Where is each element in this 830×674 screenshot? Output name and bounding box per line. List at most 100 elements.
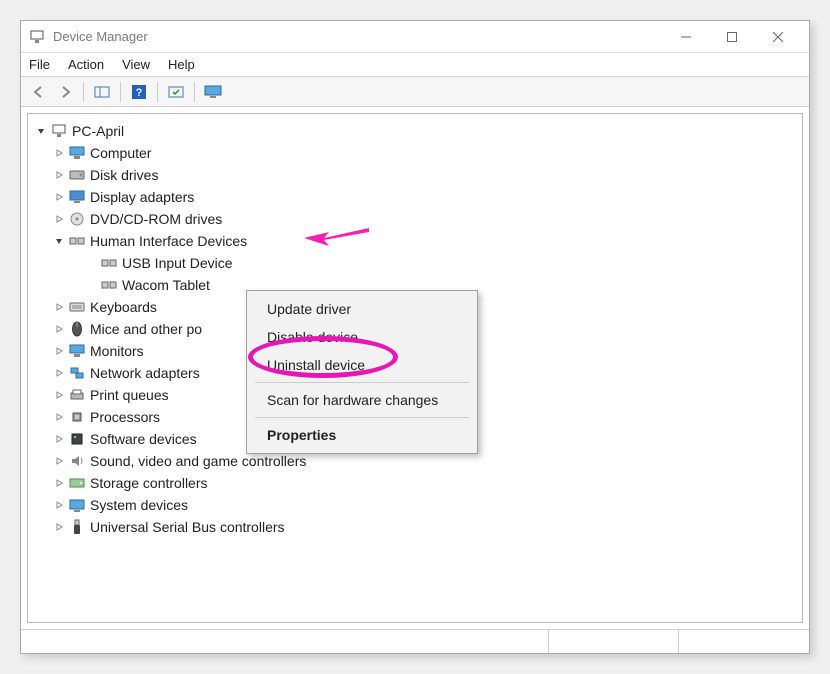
tree-category[interactable]: Computer xyxy=(28,142,802,164)
context-separator xyxy=(255,417,469,418)
tree-device[interactable]: USB Input Device xyxy=(28,252,802,274)
close-button[interactable] xyxy=(755,22,801,52)
expander-icon[interactable] xyxy=(52,212,66,226)
help-button[interactable]: ? xyxy=(127,80,151,104)
expander-icon[interactable] xyxy=(52,300,66,314)
device-manager-icon xyxy=(29,29,45,45)
tree-category-label: Processors xyxy=(90,409,160,425)
expander-icon[interactable] xyxy=(52,344,66,358)
expander-icon[interactable] xyxy=(52,168,66,182)
system-icon xyxy=(68,497,86,513)
menubar: File Action View Help xyxy=(21,53,809,77)
toolbar-separator xyxy=(194,82,195,102)
expander-icon[interactable] xyxy=(52,234,66,248)
context-uninstall-device[interactable]: Uninstall device xyxy=(247,351,477,379)
sound-icon xyxy=(68,453,86,469)
hid-icon xyxy=(100,277,118,293)
expander-icon[interactable] xyxy=(52,190,66,204)
keyboard-icon xyxy=(68,299,86,315)
expander-icon[interactable] xyxy=(52,498,66,512)
tree-category-label: Universal Serial Bus controllers xyxy=(90,519,285,535)
context-properties[interactable]: Properties xyxy=(247,421,477,449)
network-icon xyxy=(68,365,86,381)
context-scan-hardware[interactable]: Scan for hardware changes xyxy=(247,386,477,414)
software-icon xyxy=(68,431,86,447)
toolbar-separator xyxy=(157,82,158,102)
expander-icon[interactable] xyxy=(52,322,66,336)
tree-category[interactable]: DVD/CD-ROM drives xyxy=(28,208,802,230)
tree-root[interactable]: PC-April xyxy=(28,120,802,142)
expander-icon[interactable] xyxy=(52,146,66,160)
tree-category-label: Disk drives xyxy=(90,167,158,183)
tree-category-label: System devices xyxy=(90,497,188,513)
tree-category[interactable]: Disk drives xyxy=(28,164,802,186)
svg-text:?: ? xyxy=(136,87,143,99)
tree-category-label: Network adapters xyxy=(90,365,200,381)
tree-category-label: Mice and other po xyxy=(90,321,202,337)
toolbar-separator xyxy=(83,82,84,102)
usb-icon xyxy=(68,519,86,535)
window-title: Device Manager xyxy=(53,29,663,44)
cpu-icon xyxy=(68,409,86,425)
display-icon xyxy=(68,189,86,205)
expander-placeholder xyxy=(84,278,98,292)
tree-category[interactable]: Display adapters xyxy=(28,186,802,208)
expander-icon[interactable] xyxy=(52,520,66,534)
menu-view[interactable]: View xyxy=(122,57,150,72)
hid-icon xyxy=(100,255,118,271)
monitor-icon xyxy=(68,343,86,359)
tree-category[interactable]: Storage controllers xyxy=(28,472,802,494)
printer-icon xyxy=(68,387,86,403)
device-manager-window: Device Manager File Action View Help xyxy=(20,20,810,654)
status-cell xyxy=(21,630,549,653)
menu-help[interactable]: Help xyxy=(168,57,195,72)
expander-icon[interactable] xyxy=(52,432,66,446)
statusbar xyxy=(21,629,809,653)
tree-device-label: USB Input Device xyxy=(122,255,233,271)
storage-icon xyxy=(68,475,86,491)
context-disable-device[interactable]: Disable device xyxy=(247,323,477,351)
tree-category-label: Sound, video and game controllers xyxy=(90,453,306,469)
expander-icon[interactable] xyxy=(34,124,48,138)
expander-icon[interactable] xyxy=(52,366,66,380)
expander-placeholder xyxy=(84,256,98,270)
tree-category[interactable]: System devices xyxy=(28,494,802,516)
scan-hardware-button[interactable] xyxy=(164,80,188,104)
show-hide-console-button[interactable] xyxy=(90,80,114,104)
expander-icon[interactable] xyxy=(52,388,66,402)
tree-category[interactable]: Human Interface Devices xyxy=(28,230,802,252)
tree-category[interactable]: Universal Serial Bus controllers xyxy=(28,516,802,538)
device-tree[interactable]: PC-April Computer Disk drives Display adap… xyxy=(27,113,803,623)
window-controls xyxy=(663,22,801,52)
monitor-icon xyxy=(68,145,86,161)
disk-icon xyxy=(68,167,86,183)
tree-category-label: Computer xyxy=(90,145,151,161)
titlebar: Device Manager xyxy=(21,21,809,53)
tree-category-label: Display adapters xyxy=(90,189,194,205)
maximize-button[interactable] xyxy=(709,22,755,52)
menu-action[interactable]: Action xyxy=(68,57,104,72)
context-separator xyxy=(255,382,469,383)
tree-category-label: Print queues xyxy=(90,387,169,403)
context-menu: Update driver Disable device Uninstall d… xyxy=(246,290,478,454)
tree-category-label: Human Interface Devices xyxy=(90,233,247,249)
tree-category-label: Keyboards xyxy=(90,299,157,315)
forward-button[interactable] xyxy=(53,80,77,104)
mouse-icon xyxy=(68,321,86,337)
tree-category-label: DVD/CD-ROM drives xyxy=(90,211,222,227)
expander-icon[interactable] xyxy=(52,410,66,424)
context-update-driver[interactable]: Update driver xyxy=(247,295,477,323)
status-cell xyxy=(549,630,679,653)
tree-root-label: PC-April xyxy=(72,123,124,139)
expander-icon[interactable] xyxy=(52,454,66,468)
tree-device-label: Wacom Tablet xyxy=(122,277,210,293)
menu-file[interactable]: File xyxy=(29,57,50,72)
toolbar-separator xyxy=(120,82,121,102)
status-cell xyxy=(679,630,809,653)
monitor-button[interactable] xyxy=(201,80,225,104)
tree-category-label: Storage controllers xyxy=(90,475,208,491)
back-button[interactable] xyxy=(27,80,51,104)
minimize-button[interactable] xyxy=(663,22,709,52)
expander-icon[interactable] xyxy=(52,476,66,490)
tree-category-label: Software devices xyxy=(90,431,197,447)
